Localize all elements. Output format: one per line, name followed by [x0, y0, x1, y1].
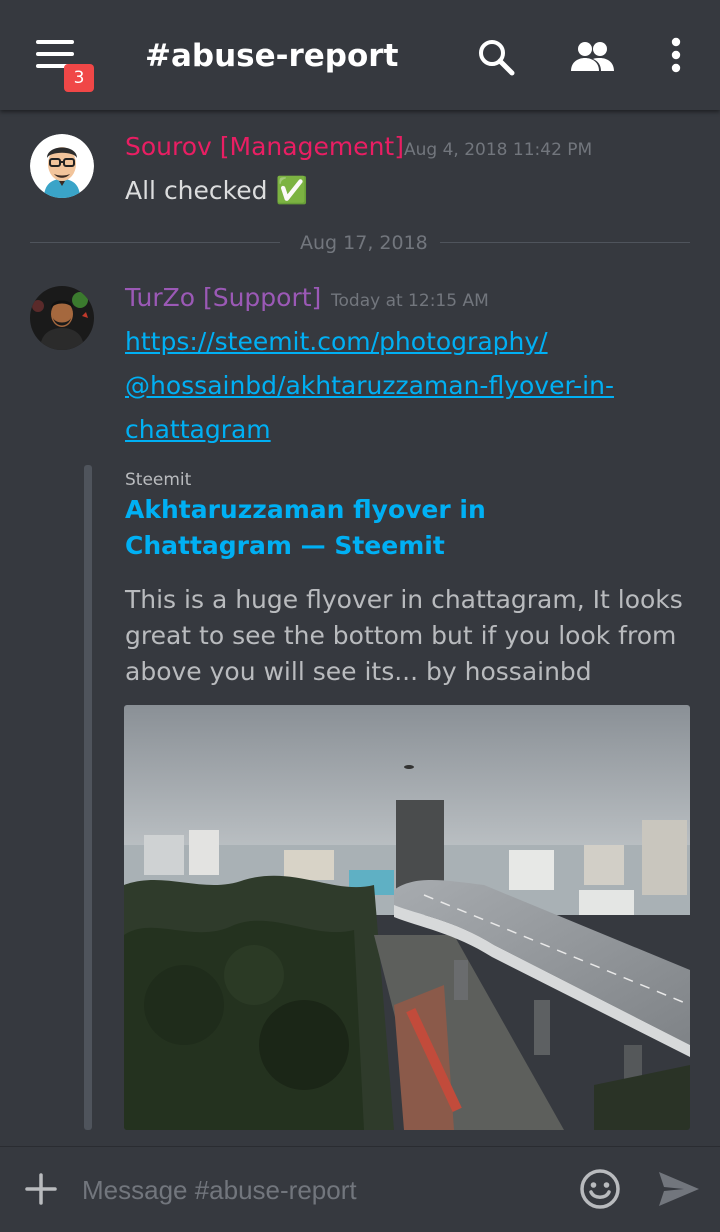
message-input[interactable]: [80, 1169, 564, 1211]
date-divider: Aug 17, 2018: [300, 232, 428, 254]
channel-title: #abuse-report: [145, 38, 399, 74]
top-bar: 3 #abuse-report: [0, 0, 720, 110]
link-line[interactable]: @hossainbd/akhtaruzzaman-flyover-in-: [125, 364, 614, 408]
message-link[interactable]: https://steemit.com/photography/ @hossai…: [125, 320, 614, 452]
check-mark-emoji: ✅: [275, 176, 308, 206]
avatar-image: [30, 134, 94, 198]
search-icon[interactable]: [474, 35, 518, 79]
embed-description: This is a huge flyover in chattagram, It…: [125, 585, 683, 686]
message-timestamp: Today at 12:15 AM: [331, 291, 489, 311]
divider-line-left: [30, 242, 280, 243]
send-icon[interactable]: [656, 1167, 702, 1211]
embed-accent-bar: [84, 465, 92, 1130]
avatar[interactable]: [30, 134, 94, 198]
unread-badge: 3: [64, 64, 94, 92]
link-line[interactable]: https://steemit.com/photography/: [125, 320, 614, 364]
message-author[interactable]: Sourov [Management]: [125, 130, 404, 164]
message-composer: [0, 1146, 720, 1232]
emoji-icon[interactable]: [578, 1167, 622, 1211]
message-timestamp: Aug 4, 2018 11:42 PM: [404, 140, 593, 160]
members-icon[interactable]: [568, 35, 616, 79]
embed-image[interactable]: [124, 705, 690, 1130]
embed-title[interactable]: Akhtaruzzaman flyover in Chattagram — St…: [125, 492, 645, 564]
divider-line-right: [440, 242, 690, 243]
message-author[interactable]: TurZo [Support]: [125, 281, 321, 315]
avatar[interactable]: [30, 286, 94, 350]
avatar-image: [30, 286, 94, 350]
embed-provider[interactable]: Steemit: [125, 467, 191, 493]
flyover-photo: [124, 705, 690, 1130]
message-text-content: All checked: [125, 176, 268, 205]
plus-icon[interactable]: [24, 1172, 58, 1206]
link-line[interactable]: chattagram: [125, 408, 614, 452]
message-text: All checked ✅: [125, 169, 308, 213]
more-vertical-icon[interactable]: [656, 35, 696, 79]
